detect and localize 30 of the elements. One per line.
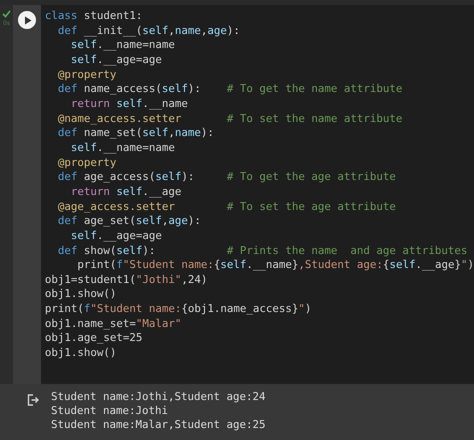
code-line: def show(self): # Prints the name and age attributes [56, 244, 468, 258]
output-line: Student name:Jothi,Student age:24 [51, 390, 266, 404]
code-line: obj1.show() [44, 346, 116, 361]
code-line: obj1.name_set="Malar" [44, 316, 182, 332]
code-line: return self.__name [70, 96, 188, 112]
code-line: @property [56, 68, 116, 82]
code-line: obj1.age_set=25 [44, 331, 142, 346]
code-line: self.__age=age [70, 52, 162, 68]
code-line: def age_access(self): # To get the age attribute [56, 170, 396, 185]
run-button[interactable] [18, 11, 36, 29]
code-line: @property [56, 156, 116, 170]
code-line: def __init__(self,name,age): [56, 24, 240, 38]
code-line: obj1.show() [44, 287, 116, 302]
code-line: @age_access.setter # To set the age attribute [56, 200, 396, 214]
code-line: print(f"Student name:{self.__name},Student age:{self.__age}") [76, 258, 474, 273]
code-line: self.__name=name [70, 38, 175, 53]
code-line: obj1=student1("Jothi",24) [44, 272, 208, 288]
code-line: def age_set(self,age): [56, 214, 201, 229]
output-icon [27, 394, 39, 406]
output-line: Student name:Jothi [51, 404, 168, 418]
code-line: self.__name=name [70, 140, 175, 156]
code-line: def name_set(self,name): [56, 126, 214, 141]
code-line: print(f"Student name:{obj1.name_access}") [44, 302, 312, 317]
code-line: self.__age=age [70, 228, 162, 244]
code-line: class student1: [44, 9, 142, 24]
code-line: def name_access(self): # To get the name attribute [56, 82, 402, 97]
play-icon [24, 16, 32, 24]
code-line: return self.__age [70, 184, 182, 200]
code-line: @name_access.setter # To set the name attribute [56, 112, 402, 126]
output-line: Student name:Malar,Student age:25 [51, 418, 266, 432]
